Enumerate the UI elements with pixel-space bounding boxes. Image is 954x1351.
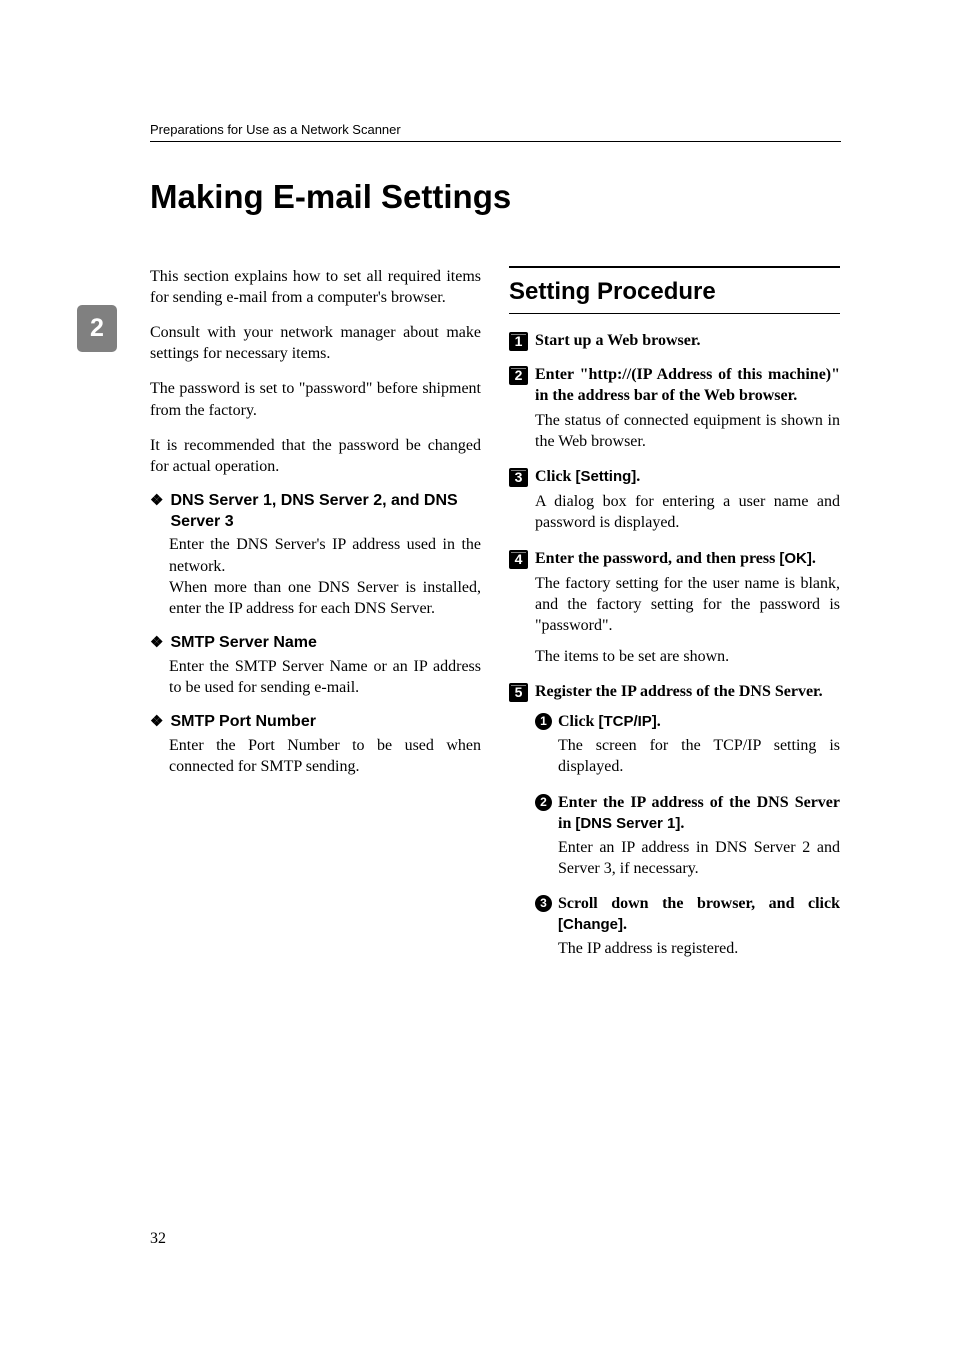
- substep-a: 1 Click [TCP/IP].: [535, 711, 840, 732]
- ui-tcpip: [TCP/IP]: [598, 713, 656, 730]
- smtp-name-body: Enter the SMTP Server Name or an IP addr…: [169, 656, 481, 698]
- page-title: Making E-mail Settings: [150, 178, 841, 216]
- step-2-body: The status of connected equipment is sho…: [535, 410, 840, 452]
- substep-b-text: Enter the IP address of the DNS Server i…: [558, 792, 840, 834]
- substep-c: 3 Scroll down the browser, and click [Ch…: [535, 893, 840, 935]
- dns-heading: ❖ DNS Server 1, DNS Server 2, and DNS Se…: [150, 491, 481, 533]
- procedure-heading: Setting Procedure: [509, 266, 840, 314]
- diamond-icon: ❖: [150, 712, 163, 733]
- smtp-port-heading-text: SMTP Port Number: [170, 712, 316, 733]
- substep-a-text: Click [TCP/IP].: [558, 711, 840, 732]
- step-3-body: A dialog box for entering a user name an…: [535, 491, 840, 533]
- step-2-text: Enter "http://(IP Address of this machin…: [535, 364, 840, 406]
- step-4-text: Enter the password, and then press [OK].: [535, 548, 840, 569]
- right-column: Setting Procedure 1 Start up a Web brows…: [509, 266, 840, 973]
- diamond-icon: ❖: [150, 633, 163, 654]
- substep-number-icon: 3: [535, 895, 552, 912]
- step-4-body1: The factory setting for the user name is…: [535, 573, 840, 636]
- substep-number-icon: 2: [535, 794, 552, 811]
- step-number-icon: 1: [509, 332, 528, 351]
- smtp-name-heading-text: SMTP Server Name: [170, 633, 316, 654]
- intro-p2: Consult with your network manager about …: [150, 322, 481, 364]
- smtp-port-heading: ❖ SMTP Port Number: [150, 712, 481, 733]
- step-3-text: Click [Setting].: [535, 466, 840, 487]
- step-5: 5 Register the IP address of the DNS Ser…: [509, 681, 840, 702]
- ui-setting: [Setting]: [575, 468, 636, 485]
- diamond-icon: ❖: [150, 491, 163, 533]
- intro-p4: It is recommended that the password be c…: [150, 435, 481, 477]
- substep-number-icon: 1: [535, 713, 552, 730]
- step-1-text: Start up a Web browser.: [535, 330, 840, 351]
- running-head: Preparations for Use as a Network Scanne…: [150, 122, 841, 142]
- ui-change: [Change]: [558, 916, 623, 933]
- dns-heading-text: DNS Server 1, DNS Server 2, and DNS Serv…: [170, 491, 481, 533]
- substep-a-body: The screen for the TCP/IP setting is dis…: [558, 735, 840, 777]
- step-number-icon: 3: [509, 468, 528, 487]
- left-column: This section explains how to set all req…: [150, 266, 481, 973]
- substep-c-body: The IP address is registered.: [558, 938, 840, 959]
- step-4: 4 Enter the password, and then press [OK…: [509, 548, 840, 569]
- substep-c-text: Scroll down the browser, and click [Chan…: [558, 893, 840, 935]
- substep-b-body: Enter an IP address in DNS Server 2 and …: [558, 837, 840, 879]
- step-4-body2: The items to be set are shown.: [535, 646, 840, 667]
- substep-b: 2 Enter the IP address of the DNS Server…: [535, 792, 840, 834]
- dns-body: Enter the DNS Server's IP address used i…: [169, 534, 481, 618]
- step-number-icon: 2: [509, 366, 528, 385]
- page-number: 32: [150, 1230, 166, 1248]
- smtp-port-body: Enter the Port Number to be used when co…: [169, 735, 481, 777]
- step-number-icon: 5: [509, 683, 528, 702]
- step-number-icon: 4: [509, 550, 528, 569]
- chapter-tab: 2: [77, 305, 117, 352]
- smtp-name-heading: ❖ SMTP Server Name: [150, 633, 481, 654]
- step-1: 1 Start up a Web browser.: [509, 330, 840, 351]
- step-3: 3 Click [Setting].: [509, 466, 840, 487]
- step-5-text: Register the IP address of the DNS Serve…: [535, 681, 840, 702]
- intro-p3: The password is set to "password" before…: [150, 378, 481, 420]
- ui-ok: [OK]: [779, 550, 812, 567]
- intro-p1: This section explains how to set all req…: [150, 266, 481, 308]
- ui-dns1: [DNS Server 1]: [575, 815, 680, 832]
- step-2: 2 Enter "http://(IP Address of this mach…: [509, 364, 840, 406]
